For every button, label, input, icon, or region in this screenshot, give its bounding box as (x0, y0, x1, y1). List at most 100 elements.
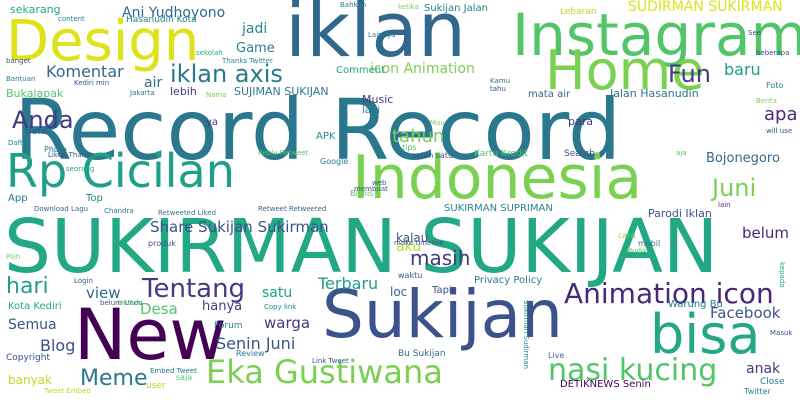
word-sekolah: sekolah (196, 49, 223, 57)
word-bojonegoro: Bojonegoro (706, 151, 780, 166)
word-seorang: seorang (66, 165, 95, 173)
word-privacy-policy: Privacy Policy (474, 275, 543, 286)
word-sudirman-sukirman: SUDIRMAN SUKIRMAN (628, 0, 783, 15)
word-sukirman-sudirman: Sukirman Sudirman (522, 300, 530, 369)
word-unduh: Unduh (118, 299, 141, 307)
word-lain: lain (718, 201, 731, 209)
word-nama: Nama (206, 91, 227, 99)
word-app: App (8, 193, 28, 204)
word-user: user (146, 381, 166, 391)
word-data: data (26, 127, 47, 137)
word-produk: produk (148, 239, 176, 248)
word-tweet-embed: Tweet Embed (44, 387, 91, 395)
word-kamu: Kamu (490, 77, 511, 85)
word-search: Search (564, 149, 595, 159)
word-share: Share Sukijan Sukirman (150, 218, 329, 236)
word-rp-cicilan: Rp Cicilan (6, 144, 235, 198)
word-tahun: tahun (392, 126, 445, 147)
word-para: para (568, 115, 593, 128)
word-link-tweet: Link Tweet (312, 357, 349, 365)
word-retweeted-liked: Retweeted Liked (158, 209, 217, 217)
word-comment: Comment (336, 65, 385, 76)
word-forum: Forum (214, 321, 243, 331)
word-retweet-retweeted: Retweet Retweeted (258, 205, 327, 213)
word-jakarta: Jakarta (130, 89, 155, 97)
word-membuat: membuat (354, 185, 388, 193)
word-mudik: Mudik (626, 247, 647, 255)
word-warga: warga (264, 314, 311, 332)
word-jadi: jadi (242, 21, 268, 37)
word-blog: Blog (40, 336, 76, 355)
word-cloud: Record Record SUKIRMAN SUKIJAN iklan Ins… (0, 0, 800, 400)
word-kediri-min: Kediri min (74, 79, 110, 87)
word-foto: Foto (766, 81, 784, 90)
word-komentar: Komentar (46, 62, 124, 81)
word-login: Login (74, 277, 93, 285)
word-bantuan: Bantuan (6, 75, 36, 83)
word-semua: Semua (8, 317, 57, 333)
word-ketika: ketika (398, 3, 420, 11)
word-beberapa: beberapa (756, 49, 790, 57)
word-banget: banget (6, 57, 31, 65)
word-google: Google (320, 157, 349, 166)
word-pilih: Pilih (6, 253, 21, 261)
word-iklan-axis: iklan axis (170, 60, 283, 88)
word-bukalapak: Bukalapak (6, 87, 64, 100)
word-detiknews-senin: DETIKNEWS Senin (560, 379, 651, 390)
word-review: Review (236, 349, 265, 358)
word-baru: baru (724, 60, 761, 79)
word-content: content (58, 15, 85, 23)
word-tahu: tahu (490, 85, 506, 93)
word-tapi: Tapi (432, 285, 452, 296)
word-masuk: Masuk (770, 329, 793, 337)
word-anak: anak (746, 361, 781, 377)
word-lainnya: Lainnya (368, 31, 396, 39)
word-top: Top (86, 193, 103, 204)
word-see: See (748, 29, 762, 37)
word-copy-link: Copy link (264, 303, 297, 311)
word-make-timeline: make timeline (394, 239, 444, 247)
word-kepada: kepada (778, 262, 786, 288)
word-banyak: banyak (8, 373, 52, 387)
word-hanya: hanya (202, 299, 243, 314)
word-tips: tips (402, 143, 417, 152)
word-game: Game (236, 41, 275, 56)
word-ya: ya (206, 117, 219, 128)
word-sukirman-sukijan: SUKIRMAN SUKIJAN (4, 204, 719, 290)
word-salah-satu: salah satu (412, 151, 454, 160)
word-saja: saja (176, 373, 193, 382)
word-kartu-kredit: Kartu Kredit (474, 149, 528, 159)
word-lebaran: Lebaran (560, 7, 597, 17)
word-fun: Fun (668, 60, 711, 88)
word-chandra: Chandra (104, 207, 134, 215)
word-icon-animation: icon Animation (370, 61, 475, 77)
word-mau: Mau (430, 119, 445, 127)
word-sukijan-jalan: Sukijan Jalan (424, 3, 488, 14)
word-parodi-iklan: Parodi Iklan (648, 207, 712, 220)
word-liked-thanks: Liked Thanks (48, 151, 94, 159)
word-sujiman-sukijan: SUJIMAN SUKIJAN (234, 85, 329, 98)
word-cara: cara (618, 231, 636, 240)
word-apk: APK (316, 131, 336, 142)
word-reply-retweet: Reply Retweet (258, 149, 309, 157)
word-daftar: Daftar (8, 139, 30, 147)
word-lebih: lebih (170, 85, 197, 98)
word-jalan-hasanudin: Jalan Hasanudin (610, 87, 699, 100)
word-bahkan: Bahkan (340, 1, 367, 9)
word-lagi: lagi (362, 105, 381, 116)
word-kota-kediri: Kota Kediri (8, 301, 62, 312)
word-aja: aja (676, 149, 687, 157)
word-music: Music (362, 93, 394, 106)
word-will-use: will use (766, 127, 793, 135)
word-live: Live (548, 351, 565, 360)
word-thanks-twitter: Thanks Twitter (222, 57, 273, 65)
word-hasanudin-kota: Hasanudin Kota (126, 15, 197, 25)
word-download-lagu: Download Lagu (34, 205, 89, 213)
word-hari: hari (6, 274, 49, 299)
word-terbaru: Terbaru (318, 274, 379, 293)
word-warung-bu: Warung Bu (668, 299, 723, 310)
word-copyright: Copyright (6, 353, 50, 363)
word-berita: Berita (756, 97, 777, 105)
word-apa: apa (764, 104, 798, 125)
word-sukirman-supriman: SUKIRMAN SUPRIMAN (444, 203, 553, 214)
